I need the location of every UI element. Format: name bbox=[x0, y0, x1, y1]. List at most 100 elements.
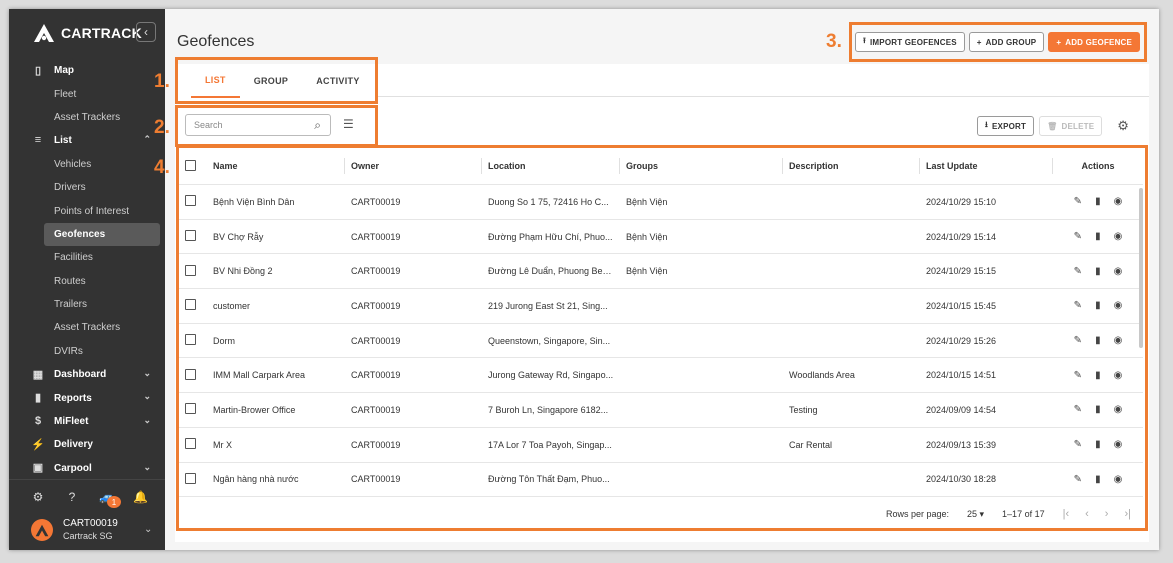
eye-icon[interactable]: ◉ bbox=[1114, 300, 1123, 311]
help-icon[interactable]: ? bbox=[65, 490, 79, 516]
row-checkbox[interactable] bbox=[179, 323, 207, 359]
eye-icon[interactable]: ◉ bbox=[1114, 370, 1123, 381]
chevron-down-icon[interactable]: ⌄ bbox=[143, 462, 151, 473]
trash-icon[interactable]: ▮ bbox=[1095, 300, 1101, 311]
filter-icon[interactable]: ☰ bbox=[343, 117, 354, 131]
sidebar-item-list[interactable]: ≡ List ⌃ bbox=[9, 129, 165, 152]
table-row[interactable]: Ngân hàng nhà nước CART00019 Đường Tôn Thấ… bbox=[179, 462, 1143, 498]
sidebar-item-dashboard[interactable]: ▦ Dashboard ⌄ bbox=[9, 363, 165, 386]
eye-icon[interactable]: ◉ bbox=[1114, 404, 1123, 415]
edit-icon[interactable]: ✎ bbox=[1074, 300, 1082, 311]
column-header-last-update[interactable]: Last Update bbox=[920, 148, 1053, 185]
table-scrollbar[interactable] bbox=[1139, 188, 1143, 348]
edit-icon[interactable]: ✎ bbox=[1074, 439, 1082, 450]
sidebar-item-mifleet[interactable]: $ MiFleet ⌄ bbox=[9, 410, 165, 433]
sidebar-item-facilities[interactable]: Facilities bbox=[9, 246, 165, 269]
table-row[interactable]: BV Nhi Đồng 2 CART00019 Đường Lê Duẩn, Phu… bbox=[179, 253, 1143, 290]
row-checkbox[interactable] bbox=[179, 184, 207, 220]
chevron-down-icon[interactable]: ⌄ bbox=[143, 415, 151, 426]
trash-icon[interactable]: ▮ bbox=[1095, 370, 1101, 381]
sidebar-item-geofences[interactable]: Geofences bbox=[44, 222, 160, 247]
table-row[interactable]: customer CART00019 219 Jurong East St 21, … bbox=[179, 288, 1143, 324]
settings-icon[interactable]: ⚙ bbox=[31, 490, 45, 516]
brand-logo[interactable]: CARTRACK bbox=[33, 23, 142, 43]
add-geofence-button[interactable]: + ADD GEOFENCE bbox=[1048, 32, 1141, 52]
sidebar-item-delivery[interactable]: ⚡ Delivery bbox=[9, 433, 165, 456]
row-checkbox[interactable] bbox=[179, 288, 207, 324]
edit-icon[interactable]: ✎ bbox=[1074, 335, 1082, 346]
column-header-location[interactable]: Location bbox=[482, 148, 620, 185]
first-page-icon[interactable]: |‹ bbox=[1063, 508, 1070, 520]
trash-icon[interactable]: ▮ bbox=[1095, 196, 1101, 207]
sidebar-item-reports[interactable]: ▮ Reports ⌄ bbox=[9, 386, 165, 409]
table-row[interactable]: Mr X CART00019 17A Lor 7 Toa Payoh, Singap… bbox=[179, 427, 1143, 463]
sidebar-item-fleet[interactable]: Fleet bbox=[9, 82, 165, 105]
vehicle-alert-icon[interactable]: 🚙 1 bbox=[99, 490, 121, 516]
sidebar-item-points-of-interest[interactable]: Points of Interest bbox=[9, 199, 165, 222]
trash-icon[interactable]: ▮ bbox=[1095, 439, 1101, 450]
add-group-button[interactable]: + ADD GROUP bbox=[968, 32, 1045, 52]
next-page-icon[interactable]: › bbox=[1105, 508, 1109, 520]
row-checkbox[interactable] bbox=[179, 357, 207, 394]
table-settings-gear-icon[interactable]: ⚙ bbox=[1117, 118, 1129, 134]
column-header-groups[interactable]: Groups bbox=[620, 148, 783, 185]
column-header-description[interactable]: Description bbox=[783, 148, 920, 185]
eye-icon[interactable]: ◉ bbox=[1114, 196, 1123, 207]
eye-icon[interactable]: ◉ bbox=[1114, 474, 1123, 485]
trash-icon[interactable]: ▮ bbox=[1095, 266, 1101, 277]
trash-icon[interactable]: ▮ bbox=[1095, 335, 1101, 346]
chevron-down-icon[interactable]: ⌄ bbox=[143, 391, 151, 402]
chevron-up-icon[interactable]: ⌃ bbox=[143, 134, 151, 145]
table-row[interactable]: Dorm CART00019 Queenstown, Singapore, Sin.… bbox=[179, 323, 1143, 359]
select-all-checkbox[interactable] bbox=[179, 148, 207, 185]
edit-icon[interactable]: ✎ bbox=[1074, 370, 1082, 381]
edit-icon[interactable]: ✎ bbox=[1074, 231, 1082, 242]
trash-icon[interactable]: ▮ bbox=[1095, 404, 1101, 415]
rows-per-page-select[interactable]: 25 ▾ bbox=[967, 509, 984, 520]
tab-activity[interactable]: ACTIVITY bbox=[302, 64, 373, 98]
sidebar-item-routes[interactable]: Routes bbox=[9, 270, 165, 293]
chevron-down-icon[interactable]: ⌄ bbox=[144, 524, 152, 535]
edit-icon[interactable]: ✎ bbox=[1074, 404, 1082, 415]
sidebar-item-drivers[interactable]: Drivers bbox=[9, 176, 165, 199]
sidebar-item-asset-trackers[interactable]: Asset Trackers bbox=[9, 106, 165, 129]
eye-icon[interactable]: ◉ bbox=[1114, 231, 1123, 242]
row-checkbox[interactable] bbox=[179, 253, 207, 290]
sidebar-collapse-button[interactable]: ‹ bbox=[136, 22, 156, 42]
row-checkbox[interactable] bbox=[179, 427, 207, 463]
prev-page-icon[interactable]: ‹ bbox=[1085, 508, 1089, 520]
row-checkbox[interactable] bbox=[179, 219, 207, 255]
tab-list[interactable]: LIST bbox=[191, 64, 240, 98]
last-page-icon[interactable]: ›| bbox=[1124, 508, 1131, 520]
sidebar-item-vehicles[interactable]: Vehicles bbox=[9, 153, 165, 176]
table-row[interactable]: Bệnh Viện Bình Dân CART00019 Duong So 1 75… bbox=[179, 184, 1143, 220]
user-profile[interactable]: CART00019 Cartrack SG bbox=[31, 518, 118, 542]
sidebar-item-carpool[interactable]: ▣ Carpool ⌄ bbox=[9, 457, 165, 480]
edit-icon[interactable]: ✎ bbox=[1074, 474, 1082, 485]
sidebar-item-map[interactable]: ▯ Map bbox=[9, 59, 165, 82]
trash-icon[interactable]: ▮ bbox=[1095, 474, 1101, 485]
table-row[interactable]: Martin-Brower Office CART00019 7 Buroh Ln,… bbox=[179, 392, 1143, 428]
import-geofences-button[interactable]: ⭱ IMPORT GEOFENCES bbox=[855, 32, 965, 52]
column-header-name[interactable]: Name bbox=[207, 148, 345, 185]
sidebar-item-trailers[interactable]: Trailers bbox=[9, 293, 165, 316]
column-header-owner[interactable]: Owner bbox=[345, 148, 482, 185]
trash-icon[interactable]: ▮ bbox=[1095, 231, 1101, 242]
chevron-down-icon[interactable]: ⌄ bbox=[143, 368, 151, 379]
edit-icon[interactable]: ✎ bbox=[1074, 266, 1082, 277]
eye-icon[interactable]: ◉ bbox=[1114, 266, 1123, 277]
column-header-actions[interactable]: Actions bbox=[1053, 148, 1143, 185]
export-button[interactable]: ⭳ EXPORT bbox=[977, 116, 1035, 136]
row-checkbox[interactable] bbox=[179, 462, 207, 498]
row-checkbox[interactable] bbox=[179, 392, 207, 428]
bell-icon[interactable]: 🔔 bbox=[133, 490, 148, 516]
table-row[interactable]: BV Chợ Rẫy CART00019 Đường Phạm Hữu Chí, P… bbox=[179, 219, 1143, 255]
sidebar-item-asset-trackers[interactable]: Asset Trackers bbox=[9, 316, 165, 339]
search-input[interactable]: Search ⌕ bbox=[185, 114, 331, 136]
sidebar-item-dvirs[interactable]: DVIRs bbox=[9, 340, 165, 363]
search-icon[interactable]: ⌕ bbox=[314, 118, 321, 133]
table-row[interactable]: IMM Mall Carpark Area CART00019 Jurong Gat… bbox=[179, 357, 1143, 394]
tab-group[interactable]: GROUP bbox=[240, 64, 303, 98]
eye-icon[interactable]: ◉ bbox=[1114, 335, 1123, 346]
eye-icon[interactable]: ◉ bbox=[1114, 439, 1123, 450]
